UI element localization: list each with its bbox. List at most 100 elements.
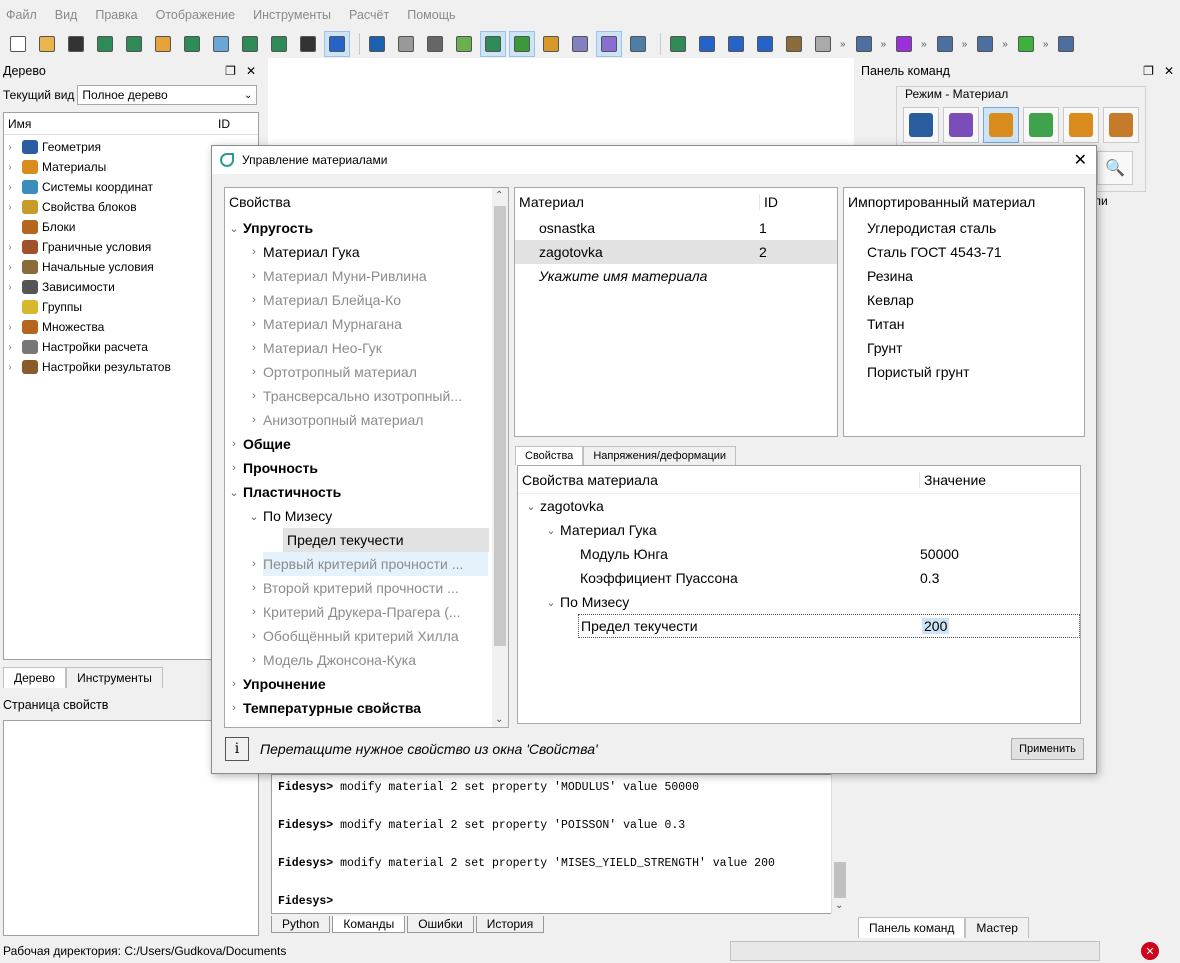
console-scrollbar[interactable]: ⌄ — [831, 774, 847, 914]
property-row[interactable]: ⌄ По Мизесу — [518, 590, 1080, 614]
property-row[interactable]: Модуль Юнга 50000 — [518, 542, 1080, 566]
coordinate-system-mode-icon[interactable] — [1023, 107, 1059, 143]
grid-icon[interactable] — [568, 32, 592, 56]
shaded-cube-icon[interactable] — [394, 32, 418, 56]
chevron-right-icon[interactable]: › — [245, 294, 263, 306]
toolbar-overflow-icon[interactable]: » — [962, 39, 968, 50]
network-icon[interactable] — [852, 32, 876, 56]
geometry-mode-icon[interactable] — [903, 107, 939, 143]
tab-tree[interactable]: Дерево — [3, 667, 67, 688]
menu-item-1[interactable]: Вид — [55, 8, 78, 22]
value-col-header[interactable]: Значение — [920, 472, 986, 488]
solid-cube-icon[interactable] — [452, 32, 476, 56]
block-mode-icon[interactable] — [1063, 107, 1099, 143]
open-folder-icon[interactable] — [35, 32, 59, 56]
chevron-right-icon[interactable]: › — [245, 390, 263, 402]
console-tab-2[interactable]: Ошибки — [407, 916, 474, 933]
edit-icon[interactable] — [151, 32, 175, 56]
block-icon[interactable] — [782, 32, 806, 56]
col-id-header[interactable]: ID — [218, 117, 230, 131]
view-select[interactable]: Полное дерево ⌄ — [77, 85, 258, 105]
parts-icon[interactable] — [480, 31, 506, 57]
close-icon[interactable]: ✕ — [1074, 150, 1087, 170]
chevron-right-icon[interactable]: › — [4, 242, 16, 253]
menu-item-6[interactable]: Помощь — [407, 8, 455, 22]
imported-material-item[interactable]: Углеродистая сталь — [844, 216, 1084, 240]
chevron-down-icon[interactable]: ⌄ — [835, 900, 843, 911]
journal-icon[interactable] — [209, 32, 233, 56]
command-console[interactable]: Fidesys> modify material 2 set property … — [271, 774, 847, 914]
chevron-down-icon[interactable]: ⌄ — [522, 500, 540, 513]
material-mode-icon[interactable] — [983, 107, 1019, 143]
property-value[interactable]: 200 — [922, 618, 950, 634]
select-box-icon[interactable] — [973, 32, 997, 56]
chevron-right-icon[interactable]: › — [245, 246, 263, 258]
property-row[interactable]: Коэффициент Пуассона 0.3 — [518, 566, 1080, 590]
mesh-mode-icon[interactable] — [943, 107, 979, 143]
tab-command-panel[interactable]: Панель команд — [858, 917, 966, 938]
new-material-placeholder[interactable]: Укажите имя материала — [515, 264, 837, 288]
property-tree-item[interactable]: › Ортотропный материал — [225, 360, 508, 384]
close-icon[interactable]: ✕ — [246, 64, 256, 78]
property-tree-item[interactable]: › Критерий Друкера-Прагера (... — [225, 600, 508, 624]
chevron-right-icon[interactable]: › — [245, 582, 263, 594]
chevron-down-icon[interactable]: ⌄ — [495, 714, 503, 725]
property-value[interactable]: 50000 — [916, 546, 959, 562]
col-name-header[interactable]: Имя — [8, 117, 218, 131]
chevron-right-icon[interactable]: › — [245, 630, 263, 642]
console-tab-3[interactable]: История — [475, 916, 545, 933]
chevron-right-icon[interactable]: › — [225, 702, 243, 714]
menu-item-5[interactable]: Расчёт — [349, 8, 389, 22]
property-tree-item[interactable]: ⌄ Пластичность — [225, 480, 508, 504]
material-row[interactable]: zagotovka 2 — [515, 240, 837, 264]
axes-icon[interactable] — [1054, 32, 1078, 56]
toolbar-overflow-icon[interactable]: » — [881, 39, 887, 50]
property-tree-item[interactable]: › Модель Джонсона-Кука — [225, 648, 508, 672]
chevron-right-icon[interactable]: › — [245, 318, 263, 330]
play-script-icon[interactable] — [180, 32, 204, 56]
chevron-right-icon[interactable]: › — [245, 654, 263, 666]
imported-material-item[interactable]: Пористый грунт — [844, 360, 1084, 384]
property-row[interactable]: Предел текучести 200 — [578, 614, 1080, 638]
chevron-right-icon[interactable]: › — [245, 606, 263, 618]
green-cube-icon[interactable] — [423, 32, 447, 56]
chevron-right-icon[interactable]: › — [225, 462, 243, 474]
chevron-right-icon[interactable]: › — [4, 342, 16, 353]
property-library-scrollbar[interactable]: ⌃ ⌄ — [492, 188, 508, 727]
chevron-right-icon[interactable]: › — [4, 182, 16, 193]
property-tree-item[interactable]: › Материал Нео-Гук — [225, 336, 508, 360]
toolbar-overflow-icon[interactable]: » — [1043, 39, 1049, 50]
probe-icon[interactable] — [933, 32, 957, 56]
chevron-right-icon[interactable]: › — [245, 414, 263, 426]
chevron-down-icon[interactable]: ⌄ — [225, 222, 243, 235]
close-icon[interactable]: ✕ — [1164, 64, 1174, 78]
property-row[interactable]: ⌄ zagotovka — [518, 494, 1080, 518]
property-tree-item[interactable]: › Материал Гука — [225, 240, 508, 264]
chevron-down-icon[interactable]: ⌄ — [542, 596, 560, 609]
imported-material-item[interactable]: Кевлар — [844, 288, 1084, 312]
chevron-down-icon[interactable]: ⌄ — [245, 510, 263, 523]
tab-tools[interactable]: Инструменты — [66, 667, 163, 688]
property-tree-item[interactable]: › Анизотропный материал — [225, 408, 508, 432]
chevron-right-icon[interactable]: › — [4, 142, 16, 153]
error-icon[interactable]: ✕ — [1141, 942, 1159, 960]
menu-item-2[interactable]: Правка — [95, 8, 137, 22]
chevron-right-icon[interactable]: › — [4, 282, 16, 293]
tab-stress-strain[interactable]: Напряжения/деформации — [583, 446, 737, 465]
property-value[interactable]: 0.3 — [916, 570, 939, 586]
property-tree-item[interactable]: › Материал Мурнагана — [225, 312, 508, 336]
console-tab-1[interactable]: Команды — [332, 916, 406, 933]
mesh-cube-icon[interactable] — [509, 31, 535, 57]
lights-icon[interactable] — [539, 32, 563, 56]
imported-material-item[interactable]: Грунт — [844, 336, 1084, 360]
property-col-header[interactable]: Свойства материала — [522, 471, 920, 488]
property-tree-item[interactable]: › Температурные свойства — [225, 696, 508, 720]
crosshair-icon[interactable] — [892, 32, 916, 56]
build-icon[interactable] — [267, 32, 291, 56]
property-tree-item[interactable]: › Трансверсально изотропный... — [225, 384, 508, 408]
toolbar-overflow-icon[interactable]: » — [840, 39, 846, 50]
chevron-right-icon[interactable]: › — [4, 362, 16, 373]
menu-item-0[interactable]: Файл — [6, 8, 37, 22]
chevron-right-icon[interactable]: › — [245, 342, 263, 354]
property-tree-item[interactable]: › Упрочнение — [225, 672, 508, 696]
